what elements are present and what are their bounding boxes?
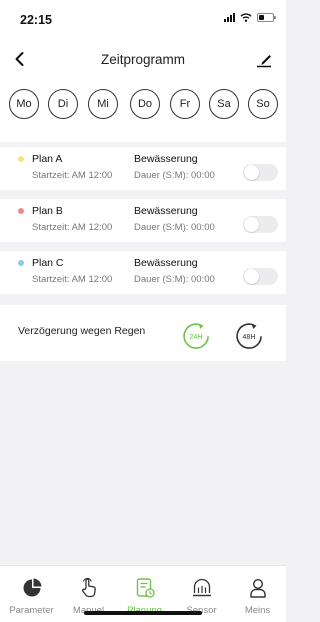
day-button-di[interactable]: Di xyxy=(48,89,78,119)
plan-toggle[interactable] xyxy=(243,268,278,285)
plan-color-dot xyxy=(18,260,24,266)
plan-toggle[interactable] xyxy=(243,164,278,181)
battery-icon xyxy=(257,13,276,22)
day-button-mo[interactable]: Mo xyxy=(9,89,39,119)
plan-start-time: Startzeit: AM 12:00 xyxy=(32,170,113,181)
day-button-so[interactable]: So xyxy=(248,89,278,119)
day-selector: Mo Di Mi Do Fr Sa So xyxy=(0,78,286,142)
hand-pointer-icon xyxy=(82,577,96,598)
plan-card-a[interactable]: Plan A Startzeit: AM 12:00 Bewässerung D… xyxy=(0,147,286,190)
plan-card-b[interactable]: Plan B Startzeit: AM 12:00 Bewässerung D… xyxy=(0,199,286,242)
plan-type: Bewässerung xyxy=(134,205,198,217)
delay-48h-label: 48H xyxy=(242,332,255,341)
status-bar: 22:15 xyxy=(0,0,286,40)
status-time: 22:15 xyxy=(20,13,52,27)
tab-label: Meins xyxy=(244,605,271,616)
plan-color-dot xyxy=(18,208,24,214)
page-title: Zeitprogramm xyxy=(100,52,186,67)
plan-duration: Dauer (S:M): 00:00 xyxy=(134,274,215,285)
sensor-icon xyxy=(193,578,211,597)
tab-label: Parameter xyxy=(9,605,54,616)
status-icons xyxy=(224,13,276,22)
plan-type: Bewässerung xyxy=(134,257,198,269)
toggle-knob xyxy=(244,269,259,284)
schedule-document-icon xyxy=(136,578,155,598)
plan-card-c[interactable]: Plan C Startzeit: AM 12:00 Bewässerung D… xyxy=(0,251,286,294)
plan-duration: Dauer (S:M): 00:00 xyxy=(134,222,215,233)
day-button-fr[interactable]: Fr xyxy=(170,89,200,119)
edit-pencil-icon[interactable] xyxy=(254,49,274,69)
plan-name: Plan A xyxy=(32,153,63,165)
day-button-do[interactable]: Do xyxy=(130,89,160,119)
delay-24h-label: 24H xyxy=(189,332,202,341)
plan-color-dot xyxy=(18,156,24,162)
plan-type: Bewässerung xyxy=(134,153,198,165)
day-button-mi[interactable]: Mi xyxy=(88,89,118,119)
pie-chart-icon xyxy=(23,578,42,597)
tab-meins[interactable]: Meins xyxy=(229,566,286,622)
day-button-sa[interactable]: Sa xyxy=(209,89,239,119)
nav-bar: Zeitprogramm xyxy=(0,40,286,78)
wifi-icon xyxy=(240,13,252,22)
plan-toggle[interactable] xyxy=(243,216,278,233)
tab-parameter[interactable]: Parameter xyxy=(3,566,60,622)
user-icon xyxy=(250,578,266,598)
plan-duration: Dauer (S:M): 00:00 xyxy=(134,170,215,181)
home-indicator xyxy=(84,611,202,615)
toggle-knob xyxy=(244,217,259,232)
plan-start-time: Startzeit: AM 12:00 xyxy=(32,274,113,285)
plan-name: Plan C xyxy=(32,257,64,269)
rain-delay-label: Verzögerung wegen Regen xyxy=(18,325,146,337)
rain-delay-row: Verzögerung wegen Regen 24H 48H xyxy=(0,305,286,361)
toggle-knob xyxy=(244,165,259,180)
plan-start-time: Startzeit: AM 12:00 xyxy=(32,222,113,233)
signal-icon xyxy=(224,13,235,22)
delay-48h-button[interactable]: 48H xyxy=(234,321,264,351)
delay-24h-button[interactable]: 24H xyxy=(181,321,211,351)
plan-name: Plan B xyxy=(32,205,63,217)
